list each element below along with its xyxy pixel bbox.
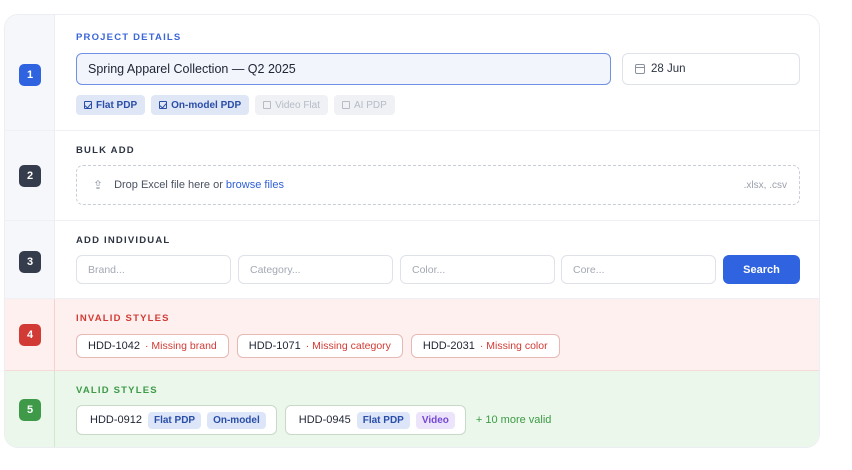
chip-label: On-model PDP [171, 99, 242, 111]
brand-input[interactable]: Brand... [76, 255, 231, 284]
browse-files-link[interactable]: browse files [226, 179, 284, 191]
chip-on-model-pdp[interactable]: On-model PDP [151, 95, 250, 115]
section-label-bulk-add: BULK ADD [76, 145, 135, 156]
deliverable-chips: Flat PDP On-model PDP Video Flat AI PDP [76, 95, 395, 115]
valid-style-list: HDD-0912 Flat PDP On-model HDD-0945 Flat… [76, 405, 551, 435]
invalid-styles-section: 4 INVALID STYLES HDD-1042 · Missing bran… [5, 299, 819, 371]
valid-style-item[interactable]: HDD-0945 Flat PDP Video [284, 405, 466, 435]
date-value: 28 Jun [651, 63, 686, 75]
section-label-add-individual: ADD INDIVIDUAL [76, 235, 171, 246]
style-code: HDD-2031 [422, 340, 475, 352]
chip-label: AI PDP [353, 99, 387, 111]
section-label-valid-styles: VALID STYLES [76, 385, 158, 396]
category-placeholder: Category... [250, 263, 301, 276]
valid-styles-section: 5 VALID STYLES HDD-0912 Flat PDP On-mode… [5, 371, 819, 447]
error-text: · Missing category [305, 340, 391, 352]
chip-video-flat[interactable]: Video Flat [255, 95, 328, 115]
step-badge-4: 4 [19, 324, 41, 346]
step-badge-1: 1 [19, 64, 41, 86]
color-placeholder: Color... [412, 263, 446, 276]
checkbox-unchecked-icon [263, 101, 272, 109]
accepted-formats: .xlsx, .csv [743, 179, 787, 191]
chip-label: Flat PDP [96, 99, 138, 111]
tag-flat-pdp: Flat PDP [356, 411, 410, 429]
chip-label: Video Flat [275, 99, 320, 111]
file-dropzone[interactable]: ⇪ Drop Excel file here or browse files .… [76, 165, 800, 205]
step-badge-2: 2 [19, 165, 41, 187]
chip-flat-pdp[interactable]: Flat PDP [76, 95, 146, 115]
invalid-style-item[interactable]: HDD-2031 · Missing color [410, 334, 560, 358]
color-input[interactable]: Color... [400, 255, 555, 284]
upload-icon: ⇪ [93, 178, 104, 192]
date-picker-field[interactable]: 28 Jun [622, 53, 800, 85]
error-text: · Missing color [479, 340, 548, 352]
style-intake-card: 1 PROJECT DETAILS Spring Apparel Collect… [4, 14, 820, 448]
error-text: · Missing brand [144, 340, 217, 352]
invalid-style-list: HDD-1042 · Missing brand HDD-1071 · Miss… [76, 334, 560, 358]
invalid-style-item[interactable]: HDD-1071 · Missing category [236, 334, 403, 358]
section-label-invalid-styles: INVALID STYLES [76, 313, 170, 324]
style-code: HDD-1042 [88, 340, 140, 352]
checkbox-checked-icon [159, 101, 168, 109]
tag-video: Video [415, 411, 455, 429]
core-placeholder: Core... [573, 263, 605, 276]
valid-style-item[interactable]: HDD-0912 Flat PDP On-model [76, 405, 277, 435]
search-button[interactable]: Search [723, 255, 800, 284]
project-name-input[interactable]: Spring Apparel Collection — Q2 2025 [76, 53, 611, 85]
category-input[interactable]: Category... [238, 255, 393, 284]
section-label-project-details: PROJECT DETAILS [76, 32, 182, 43]
more-valid-link[interactable]: + 10 more valid [476, 414, 552, 426]
step-badge-5: 5 [19, 399, 41, 421]
style-code: HDD-1071 [248, 340, 301, 352]
add-individual-section: 3 ADD INDIVIDUAL Brand... Category... Co… [5, 221, 819, 299]
project-name-value: Spring Apparel Collection — Q2 2025 [88, 62, 296, 76]
bulk-add-section: 2 BULK ADD ⇪ Drop Excel file here or bro… [5, 131, 819, 221]
chip-ai-pdp[interactable]: AI PDP [333, 95, 395, 115]
invalid-style-item[interactable]: HDD-1042 · Missing brand [76, 334, 229, 358]
tag-on-model: On-model [207, 411, 266, 429]
core-input[interactable]: Core... [561, 255, 716, 284]
project-details-section: 1 PROJECT DETAILS Spring Apparel Collect… [5, 15, 819, 131]
style-code: HDD-0945 [298, 414, 351, 426]
tag-flat-pdp: Flat PDP [147, 411, 202, 429]
brand-placeholder: Brand... [88, 263, 125, 276]
checkbox-checked-icon [84, 101, 92, 109]
step-badge-3: 3 [19, 251, 41, 273]
style-code: HDD-0912 [90, 414, 142, 426]
drop-text: Drop Excel file here or [114, 179, 223, 191]
checkbox-unchecked-icon [341, 101, 350, 109]
calendar-icon [635, 64, 645, 74]
